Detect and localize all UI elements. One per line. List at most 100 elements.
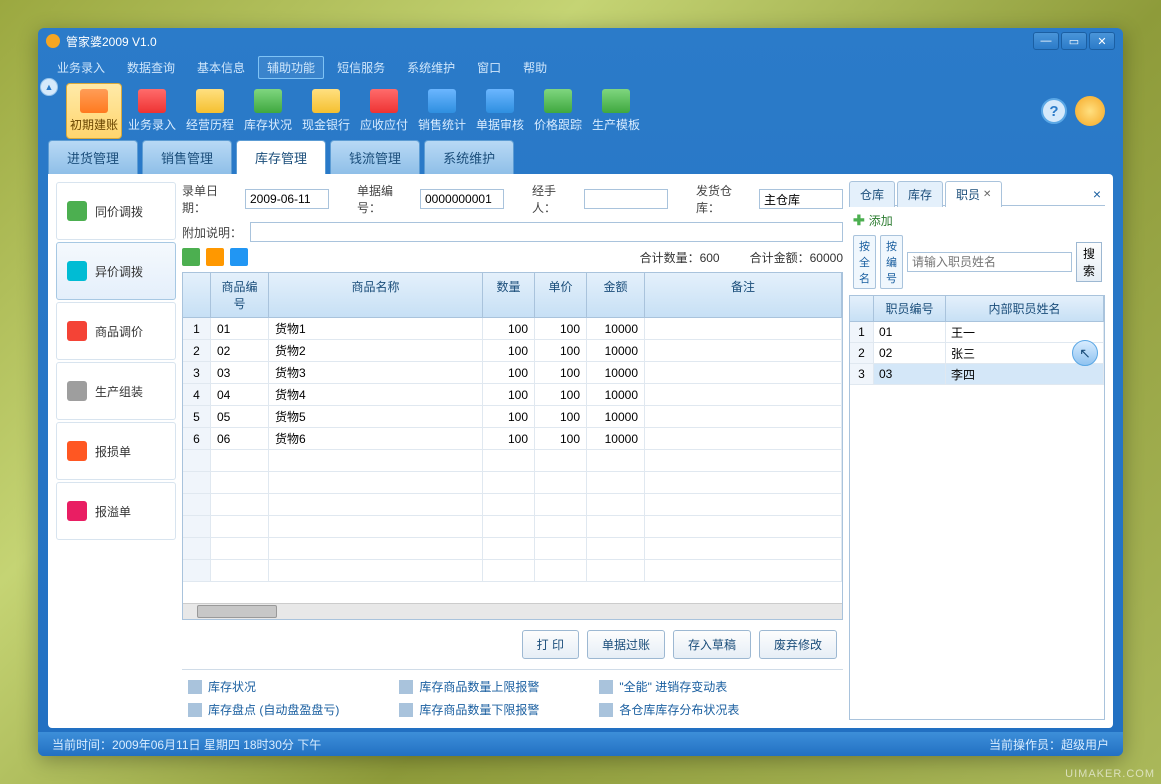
warehouse-input[interactable]	[759, 189, 843, 209]
grid-row-empty[interactable]	[183, 516, 842, 538]
link-icon	[188, 703, 202, 717]
grid-row[interactable]: 404货物410010010000	[183, 384, 842, 406]
grid-row-empty[interactable]	[183, 450, 842, 472]
grid-row-empty[interactable]	[183, 472, 842, 494]
doc-input[interactable]	[420, 189, 504, 209]
help-icon[interactable]: ?	[1041, 98, 1067, 124]
tool-icon	[370, 89, 398, 113]
mini-icon-1[interactable]	[182, 248, 200, 266]
panel-close-icon[interactable]: ×	[1089, 186, 1105, 202]
tool-4[interactable]: 现金银行	[298, 83, 354, 139]
grid-body[interactable]: 101货物110010010000202货物210010010000303货物3…	[183, 318, 842, 603]
menu-4[interactable]: 短信服务	[328, 56, 394, 79]
close-button[interactable]: ✕	[1089, 32, 1115, 50]
rp-tab-1[interactable]: 库存	[897, 181, 943, 207]
action-btn-0[interactable]: 打 印	[522, 630, 579, 659]
tool-6[interactable]: 销售统计	[414, 83, 470, 139]
rp-header-0[interactable]	[850, 296, 874, 321]
sidebar-item-1[interactable]: 异价调拨	[56, 242, 176, 300]
tool-9[interactable]: 生产模板	[588, 83, 644, 139]
note-input[interactable]	[250, 222, 843, 242]
maximize-button[interactable]: ▭	[1061, 32, 1087, 50]
grid-header-3[interactable]: 数量	[483, 273, 535, 317]
action-btn-3[interactable]: 废弃修改	[759, 630, 837, 659]
quick-link[interactable]: 库存状况	[188, 678, 339, 695]
tool-5[interactable]: 应收应付	[356, 83, 412, 139]
filter-code[interactable]: 按编号	[880, 235, 903, 289]
quick-link[interactable]: 库存商品数量下限报警	[399, 701, 539, 718]
tool-7[interactable]: 单据审核	[472, 83, 528, 139]
mini-icon-2[interactable]	[206, 248, 224, 266]
grid-row[interactable]: 505货物510010010000	[183, 406, 842, 428]
menu-1[interactable]: 数据查询	[118, 56, 184, 79]
tool-3[interactable]: 库存状况	[240, 83, 296, 139]
grid-row-empty[interactable]	[183, 560, 842, 582]
rp-header-2[interactable]: 内部职员姓名	[946, 296, 1104, 321]
sidebar-item-3[interactable]: 生产组装	[56, 362, 176, 420]
sidebar-icon	[67, 321, 87, 341]
main-tab-3[interactable]: 钱流管理	[330, 140, 420, 174]
rp-tab-0[interactable]: 仓库	[849, 181, 895, 207]
titlebar[interactable]: 管家婆2009 V1.0 — ▭ ✕	[38, 28, 1123, 54]
rp-tab-2[interactable]: 职员 ✕	[945, 181, 1002, 207]
sidebar-item-2[interactable]: 商品调价	[56, 302, 176, 360]
date-input[interactable]	[245, 189, 329, 209]
gold-icon[interactable]	[1075, 96, 1105, 126]
grid-row[interactable]: 303货物310010010000	[183, 362, 842, 384]
warehouse-label: 发货仓库：	[696, 182, 751, 216]
action-btn-1[interactable]: 单据过账	[587, 630, 665, 659]
menu-5[interactable]: 系统维护	[398, 56, 464, 79]
menu-7[interactable]: 帮助	[514, 56, 556, 79]
tool-8[interactable]: 价格跟踪	[530, 83, 586, 139]
staff-row[interactable]: 101王一	[850, 322, 1104, 343]
grid-row-empty[interactable]	[183, 494, 842, 516]
menu-2[interactable]: 基本信息	[188, 56, 254, 79]
sidebar-icon	[67, 441, 87, 461]
add-button[interactable]: ✚ 添加	[849, 206, 1105, 235]
mini-icon-3[interactable]	[230, 248, 248, 266]
horizontal-scrollbar[interactable]	[183, 603, 842, 619]
main-tab-1[interactable]: 销售管理	[142, 140, 232, 174]
sidebar-item-5[interactable]: 报溢单	[56, 482, 176, 540]
tab-close-icon[interactable]: ✕	[983, 189, 991, 200]
grid-header-4[interactable]: 单价	[535, 273, 587, 317]
sidebar-item-4[interactable]: 报损单	[56, 422, 176, 480]
menu-0[interactable]: 业务录入	[48, 56, 114, 79]
staff-row[interactable]: 202张三	[850, 343, 1104, 364]
sidebar-icon	[67, 501, 87, 521]
action-btn-2[interactable]: 存入草稿	[673, 630, 751, 659]
quick-link[interactable]: 各仓库库存分布状况表	[599, 701, 739, 718]
tool-2[interactable]: 经营历程	[182, 83, 238, 139]
quick-link[interactable]: 库存商品数量上限报警	[399, 678, 539, 695]
staff-search-input[interactable]	[907, 252, 1072, 272]
collapse-toolbar-icon[interactable]: ▲	[40, 78, 58, 96]
grid-header-6[interactable]: 备注	[645, 273, 842, 317]
menu-6[interactable]: 窗口	[468, 56, 510, 79]
sidebar-icon	[67, 201, 87, 221]
grid-header-0[interactable]	[183, 273, 211, 317]
grid-row[interactable]: 606货物610010010000	[183, 428, 842, 450]
grid-row[interactable]: 202货物210010010000	[183, 340, 842, 362]
grid-row[interactable]: 101货物110010010000	[183, 318, 842, 340]
quick-link[interactable]: 库存盘点 (自动盘盈盘亏)	[188, 701, 339, 718]
handler-input[interactable]	[584, 189, 668, 209]
grid-row-empty[interactable]	[183, 538, 842, 560]
sidebar-item-0[interactable]: 同价调拨	[56, 182, 176, 240]
grid-header-2[interactable]: 商品名称	[269, 273, 483, 317]
main-tab-4[interactable]: 系统维护	[424, 140, 514, 174]
search-button[interactable]: 搜索	[1076, 242, 1102, 282]
rp-header-1[interactable]: 职员编号	[874, 296, 946, 321]
tool-1[interactable]: 业务录入	[124, 83, 180, 139]
tool-icon	[602, 89, 630, 113]
tool-0[interactable]: 初期建账	[66, 83, 122, 139]
quick-link[interactable]: "全能" 进销存变动表	[599, 678, 739, 695]
grid-header-5[interactable]: 金额	[587, 273, 645, 317]
staff-row[interactable]: 303李四	[850, 364, 1104, 385]
main-tab-2[interactable]: 库存管理	[236, 140, 326, 174]
main-tab-0[interactable]: 进货管理	[48, 140, 138, 174]
minimize-button[interactable]: —	[1033, 32, 1059, 50]
sidebar-icon	[67, 261, 87, 281]
menu-3[interactable]: 辅助功能	[258, 56, 324, 79]
filter-fullname[interactable]: 按全名	[853, 235, 876, 289]
grid-header-1[interactable]: 商品编号	[211, 273, 269, 317]
